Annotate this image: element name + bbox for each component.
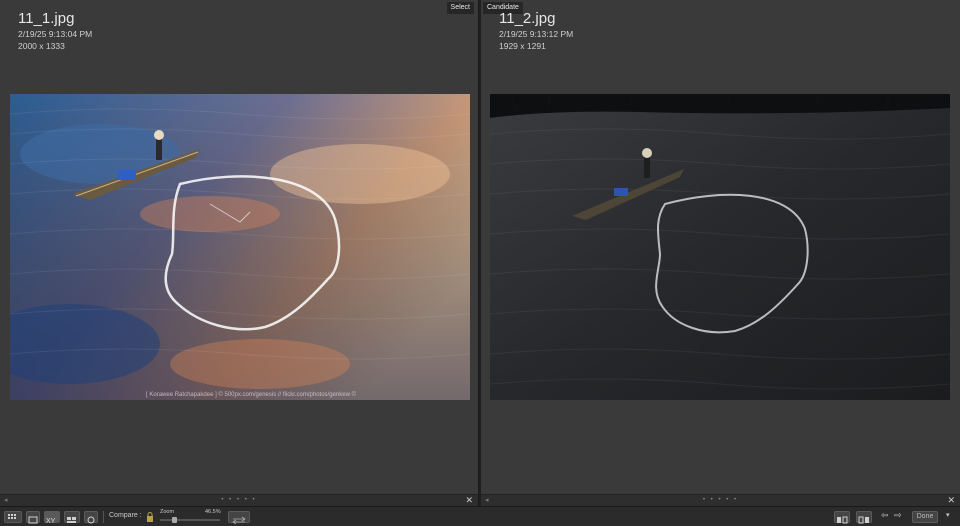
close-select-button[interactable]: ✕ — [465, 495, 473, 506]
candidate-date: 2/19/25 9:13:12 PM — [499, 29, 574, 39]
toolbar-separator — [103, 511, 104, 523]
grid-view-button[interactable] — [4, 511, 22, 523]
swap-select-candidate-button[interactable] — [856, 511, 872, 524]
zoom-label: Zoom — [160, 509, 175, 515]
candidate-pane[interactable]: Candidate 11_2.jpg 2/19/25 9:13:12 PM 19… — [481, 0, 960, 506]
chevron-down-icon[interactable]: ▾ — [946, 511, 950, 519]
bottom-toolbar: XY Compare : Zoom 46.5% ⇦ ⇨ Done ▾ — [0, 506, 960, 526]
compare-icon: XY — [46, 518, 56, 525]
zoom-slider[interactable] — [160, 517, 220, 523]
people-view-button[interactable] — [84, 511, 98, 524]
photo-watermark: [ Korawee Ratchapakdee ] © 500px.com/gen… — [146, 392, 356, 398]
select-pane[interactable]: Select 11_1.jpg 2/19/25 9:13:04 PM 2000 … — [0, 0, 479, 506]
candidate-dimensions: 1929 x 1291 — [499, 41, 546, 51]
swap-icon — [858, 516, 869, 524]
make-select-icon — [837, 516, 848, 524]
select-photo[interactable]: [ Korawee Ratchapakdee ] © 500px.com/gen… — [10, 94, 470, 400]
swap-icon — [232, 516, 246, 525]
select-pane-strip: ◂ • • • • • ✕ — [0, 494, 478, 506]
select-photo-image — [10, 94, 470, 400]
strip-grip[interactable]: • • • • • — [703, 497, 738, 503]
zoom-value: 46.5% — [205, 509, 221, 515]
swap-button[interactable] — [228, 511, 250, 525]
candidate-pane-strip: ◂ • • • • • ✕ — [481, 494, 960, 506]
grid-icon — [8, 514, 18, 519]
candidate-photo[interactable] — [490, 94, 950, 400]
loupe-icon — [28, 516, 38, 524]
select-filename: 11_1.jpg — [18, 10, 75, 27]
zoom-slider-thumb[interactable] — [172, 517, 177, 523]
lock-icon[interactable] — [146, 512, 154, 523]
done-button[interactable]: Done — [912, 511, 938, 523]
strip-grip[interactable]: • • • • • — [221, 497, 256, 503]
make-select-button[interactable] — [834, 511, 850, 524]
candidate-photo-image — [490, 94, 950, 400]
lightroom-compare-view: Select 11_1.jpg 2/19/25 9:13:04 PM 2000 … — [0, 0, 960, 526]
people-icon — [87, 516, 95, 524]
svg-text:XY: XY — [46, 518, 56, 525]
compare-label: Compare : — [109, 512, 142, 519]
arrow-right-icon[interactable]: ⇨ — [894, 510, 902, 521]
strip-chevron-icon[interactable]: ◂ — [485, 496, 489, 504]
arrow-left-icon[interactable]: ⇦ — [881, 510, 889, 521]
survey-view-button[interactable] — [64, 511, 80, 523]
candidate-info: 11_2.jpg 2/19/25 9:13:12 PM 1929 x 1291 — [499, 10, 573, 52]
select-date: 2/19/25 9:13:04 PM — [18, 29, 93, 39]
select-dimensions: 2000 x 1333 — [18, 41, 65, 51]
strip-chevron-icon[interactable]: ◂ — [4, 496, 8, 504]
select-tag: Select — [446, 2, 474, 14]
select-info: 11_1.jpg 2/19/25 9:13:04 PM 2000 x 1333 — [18, 10, 92, 52]
loupe-view-button[interactable] — [26, 511, 40, 524]
candidate-filename: 11_2.jpg — [499, 10, 556, 27]
close-candidate-button[interactable]: ✕ — [947, 495, 955, 506]
compare-view-button[interactable]: XY — [44, 511, 60, 525]
survey-icon — [67, 517, 76, 523]
